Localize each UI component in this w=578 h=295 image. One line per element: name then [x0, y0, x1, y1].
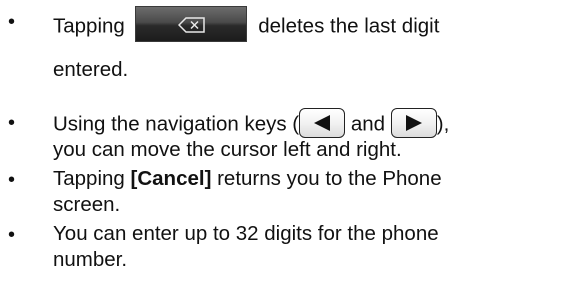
bullet-marker: • [8, 169, 16, 191]
left-arrow-icon [314, 115, 331, 131]
list-item-text: ), [436, 112, 450, 136]
bullet-marker: • [8, 112, 16, 134]
list-item-text: Using the navigation keys ( [53, 112, 300, 136]
list-item-line: you can move the cursor left and right. [53, 138, 402, 162]
list-item-line: number. [53, 248, 127, 272]
list-item-line: screen. [53, 193, 120, 217]
list-item-text: Tapping [53, 167, 131, 190]
backspace-icon [177, 17, 205, 33]
instruction-list: • Tapping deletes the last digit entered… [0, 0, 578, 295]
left-nav-key-image [299, 108, 346, 138]
right-arrow-icon [405, 115, 422, 131]
list-item-text: deletes the last digit [258, 14, 440, 38]
list-item-line: Tapping [Cancel] returns you to the Phon… [53, 167, 442, 191]
cancel-label: [Cancel] [130, 167, 212, 190]
list-item-text: and [345, 112, 391, 136]
list-item-text: you can move the cursor left and right. [53, 138, 402, 161]
bullet-marker: • [8, 224, 16, 246]
list-item-line: Tapping deletes the last digit [53, 6, 440, 45]
list-item-text: Tapping [53, 14, 125, 38]
list-item-text: You can enter up to 32 digits for the ph… [53, 222, 439, 245]
list-item-line: Using the navigation keys ( and ), [53, 108, 450, 140]
list-item-text: screen. [53, 193, 121, 216]
delete-button-image [134, 6, 247, 42]
list-item-text: number. [53, 248, 128, 271]
list-item-line: You can enter up to 32 digits for the ph… [53, 222, 439, 246]
list-item-text: returns you to the Phone [211, 167, 442, 190]
list-item-text: entered. [53, 58, 129, 81]
list-item-line: entered. [53, 58, 128, 82]
right-nav-key-image [390, 108, 437, 138]
bullet-marker: • [8, 11, 16, 33]
